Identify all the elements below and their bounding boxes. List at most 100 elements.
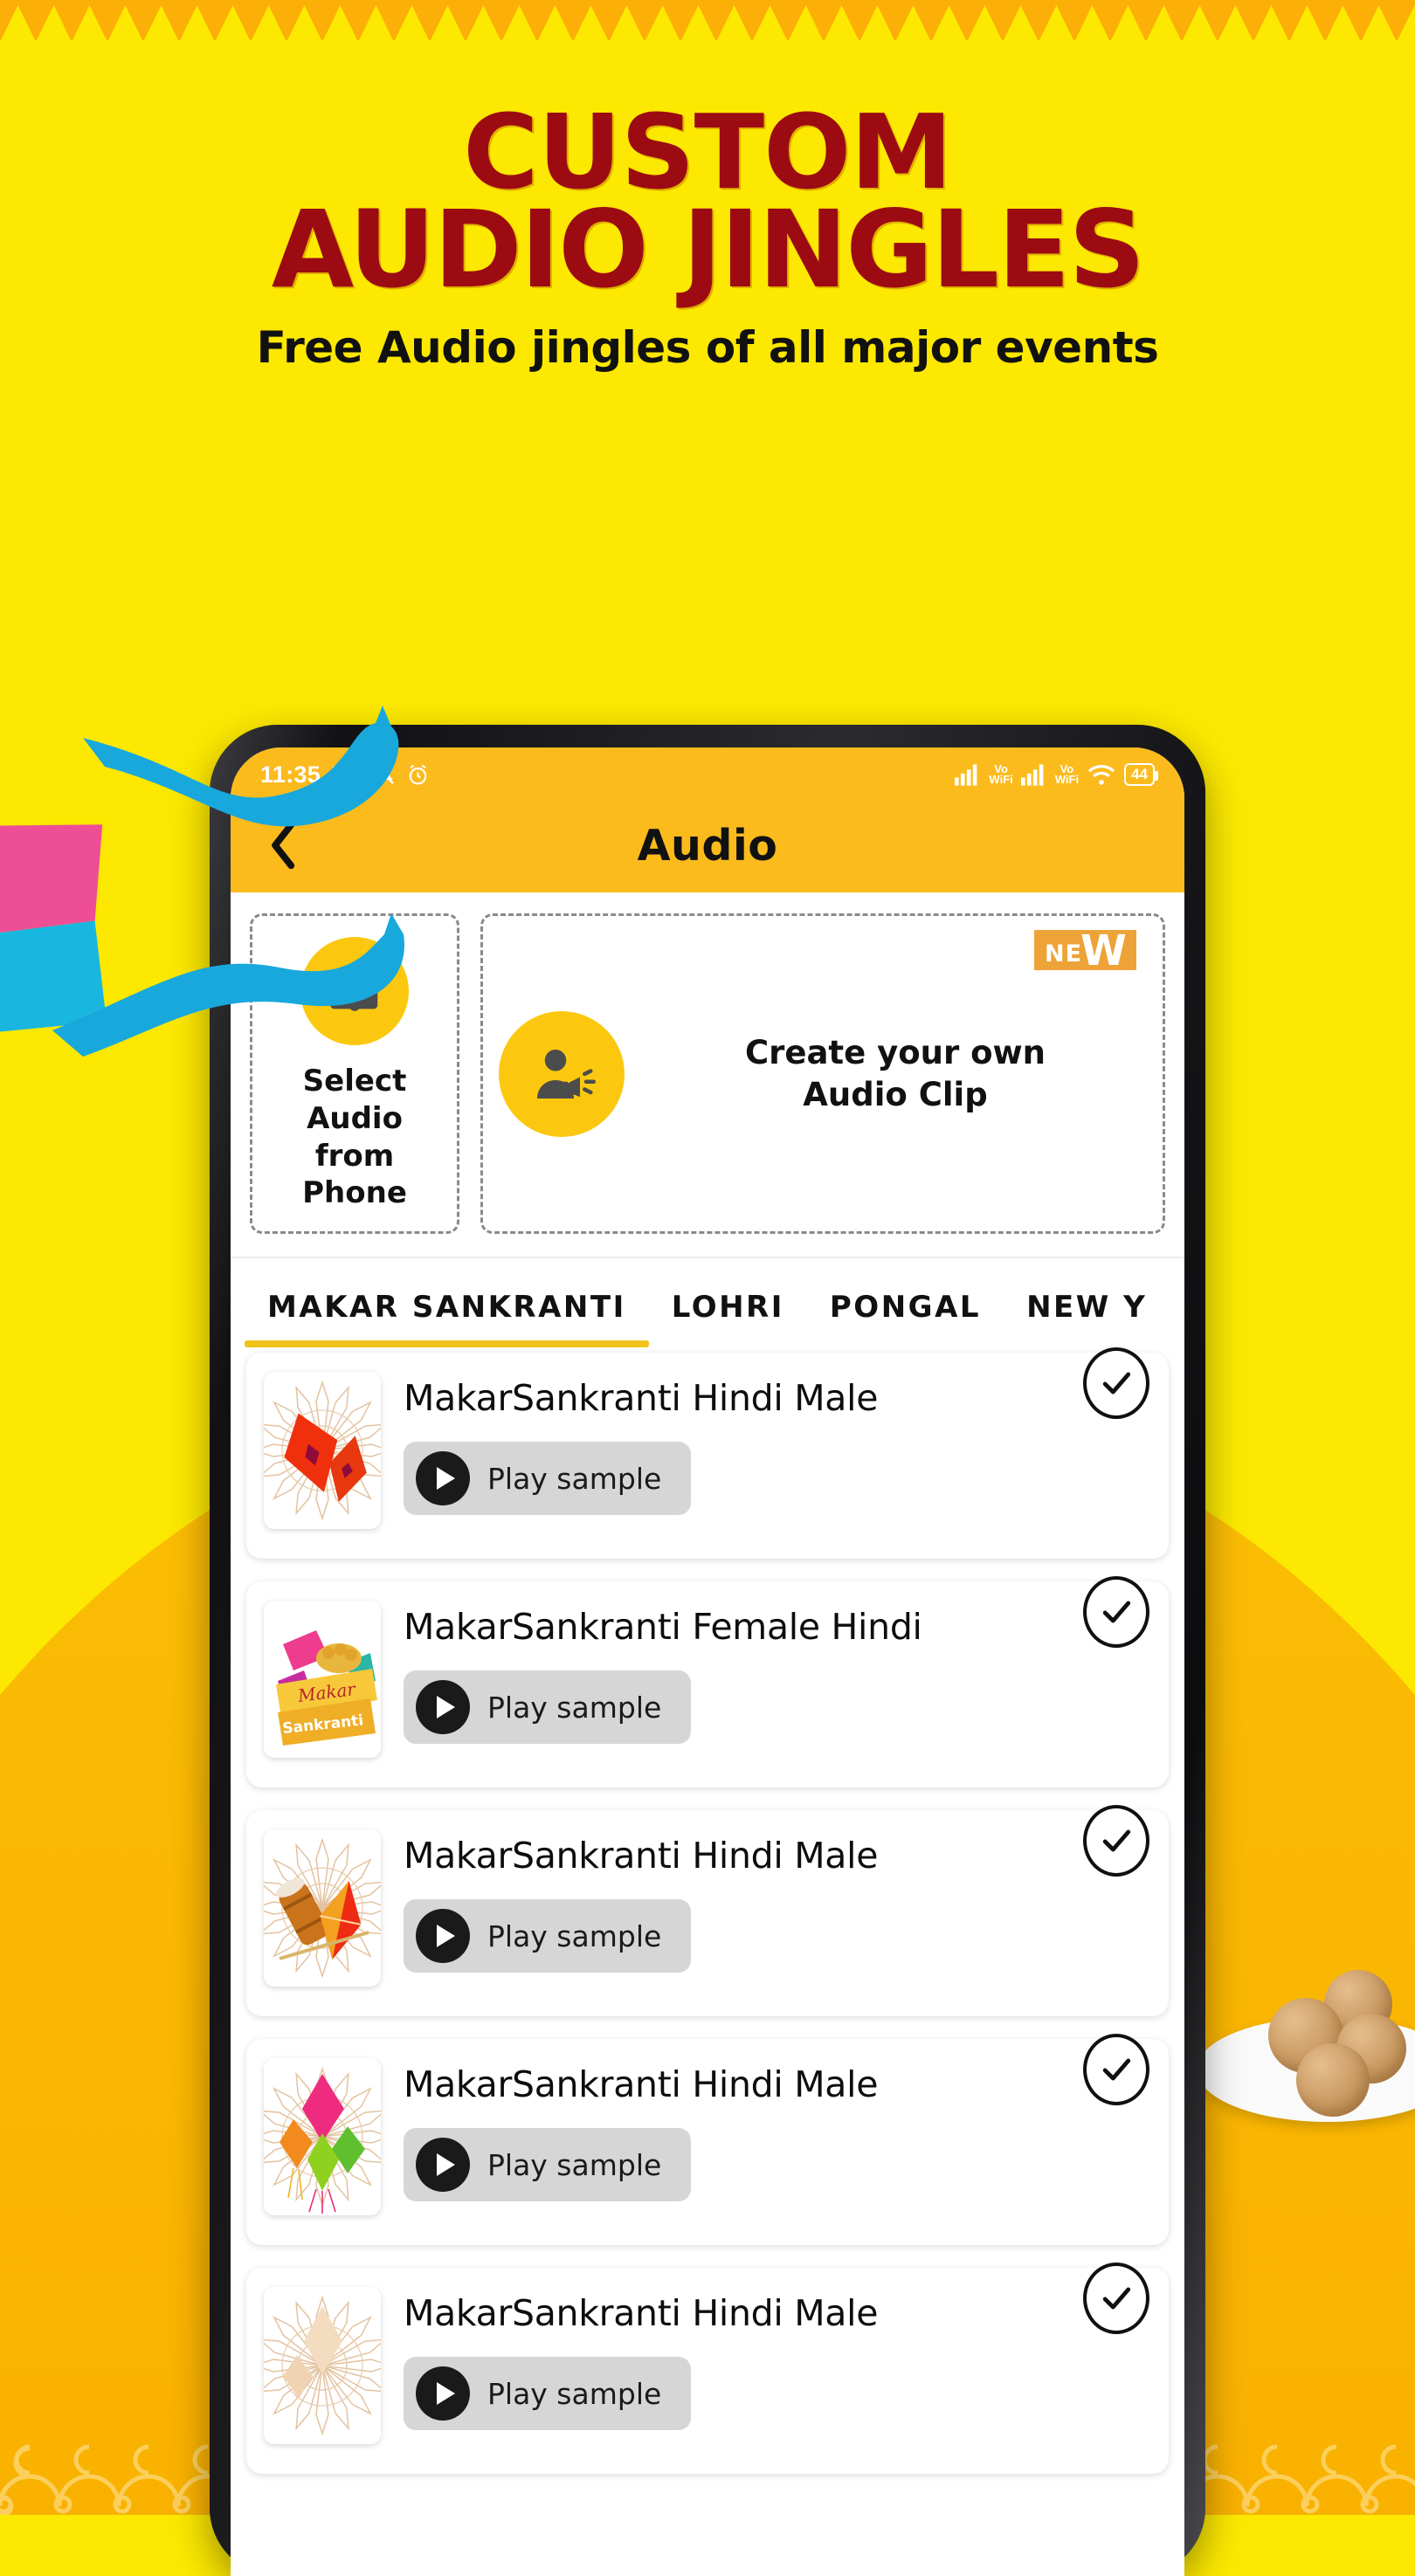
bell-mute-icon [375, 765, 395, 784]
select-audio-from-phone-card[interactable]: Select Audio from Phone [250, 913, 459, 1235]
zigzag-tooth [501, 5, 537, 42]
wifi-icon [1087, 765, 1115, 785]
audio-list-item[interactable]: Makar Sankranti MakarSankranti Female Hin… [246, 1576, 1169, 1788]
check-icon [1102, 1372, 1131, 1395]
volte-wifi-indicator-2: Vo WiFi [1054, 763, 1080, 786]
audio-item-title: MakarSankranti Female Hindi [404, 1606, 922, 1649]
promo-headline-block: CUSTOM AUDIO JINGLES Free Audio jingles … [0, 100, 1415, 373]
select-audio-label-line2: from Phone [302, 1138, 407, 1211]
check-icon [1102, 2287, 1131, 2310]
zigzag-tooth [143, 5, 179, 42]
tab-label: PONGAL [829, 1290, 982, 1326]
zigzag-tooth [680, 5, 716, 42]
tab-lohri[interactable]: LOHRI [649, 1290, 807, 1347]
create-clip-label: Create your own Audio Clip [644, 1032, 1147, 1116]
play-sample-label: Play sample [487, 2376, 662, 2411]
phone-mockup: 11:35 AM Vo WiFi Vo WiFi 44 Audio Select… [210, 725, 1205, 2576]
status-bar-right: Vo WiFi Vo WiFi 44 [955, 762, 1158, 787]
laddu-plate-decoration [1197, 1947, 1415, 2131]
audio-list-item[interactable]: MakarSankranti Hindi Male Play sample [246, 1805, 1169, 2017]
create-audio-clip-card[interactable]: NE W Create your own Audio Clip [480, 913, 1165, 1235]
play-icon [416, 1680, 470, 1735]
zigzag-tooth [466, 5, 501, 42]
zigzag-tooth [179, 5, 215, 42]
audio-list-item[interactable]: MakarSankranti Hindi Male Play sample [246, 1347, 1169, 1560]
audio-item-body: MakarSankranti Hindi Male Play sample [404, 1829, 1151, 1973]
zigzag-tooth [215, 5, 251, 42]
zigzag-tooth [358, 5, 394, 42]
volte-label-bottom: WiFi [989, 773, 1013, 786]
zigzag-tooth [1074, 5, 1110, 42]
zigzag-tooth [895, 5, 931, 42]
new-badge-text: NE [1045, 940, 1083, 968]
zigzag-tooth [1397, 5, 1415, 42]
zigzag-tooth [36, 5, 72, 42]
back-button[interactable] [252, 813, 316, 878]
signal-bars-icon [955, 764, 977, 786]
status-bar-left: 11:35 AM [260, 761, 431, 789]
tab-new-y[interactable]: NEW Y [1004, 1290, 1170, 1347]
zigzag-tooth [251, 5, 286, 42]
check-circle-icon[interactable] [1083, 2034, 1149, 2106]
play-sample-label: Play sample [487, 2147, 662, 2182]
zigzag-tooth [1146, 5, 1182, 42]
folder-music-icon [330, 975, 378, 1011]
check-circle-icon[interactable] [1083, 1347, 1149, 1420]
play-icon [416, 1909, 470, 1964]
create-clip-label-line2: Audio Clip [803, 1075, 988, 1113]
audio-list-item[interactable]: MakarSankranti Hindi Male Play sample [246, 2034, 1169, 2246]
play-sample-button[interactable]: Play sample [404, 2357, 692, 2431]
check-icon [1102, 1829, 1131, 1852]
zigzag-tooth [859, 5, 895, 42]
tab-label: LOHRI [671, 1290, 784, 1326]
play-sample-label: Play sample [487, 1690, 662, 1725]
audio-item-title: MakarSankranti Hindi Male [404, 1377, 879, 1420]
play-icon [416, 1451, 470, 1506]
zigzag-tooth [931, 5, 967, 42]
audio-list-item[interactable]: MakarSankranti Hindi Male Play sample [246, 2263, 1169, 2475]
check-circle-icon[interactable] [1083, 1576, 1149, 1649]
check-circle-icon[interactable] [1083, 1805, 1149, 1877]
audio-item-title: MakarSankranti Hindi Male [404, 2292, 879, 2335]
zigzag-tooth [1110, 5, 1146, 42]
audio-item-body: MakarSankranti Hindi Male Play sample [404, 2287, 1151, 2431]
zigzag-tooth [0, 5, 36, 42]
category-tabs[interactable]: MAKAR SANKRANTI LOHRI PONGAL NEW Y [231, 1257, 1184, 1348]
promo-title: CUSTOM AUDIO JINGLES [0, 100, 1415, 312]
zigzag-tooth [1361, 5, 1397, 42]
select-audio-label: Select Audio from Phone [259, 1063, 450, 1212]
audio-thumbnail [264, 2058, 381, 2216]
app-bar: Audio [231, 798, 1184, 892]
person-megaphone-icon [537, 1049, 597, 1099]
zigzag-tooth [1039, 5, 1074, 42]
zigzag-teeth [0, 5, 1415, 42]
new-badge-text-big: W [1080, 926, 1128, 975]
audio-item-title: MakarSankranti Hindi Male [404, 1835, 879, 1877]
play-icon [416, 2138, 470, 2193]
volte-label-bottom: WiFi [1054, 773, 1080, 786]
tab-label: MAKAR SANKRANTI [267, 1290, 626, 1326]
play-sample-button[interactable]: Play sample [404, 2128, 692, 2202]
status-bar: 11:35 AM Vo WiFi Vo WiFi 44 [231, 747, 1184, 798]
zigzag-tooth [824, 5, 859, 42]
tab-label: NEW Y [1026, 1290, 1148, 1326]
zigzag-tooth [967, 5, 1003, 42]
play-sample-button[interactable]: Play sample [404, 1899, 692, 1973]
status-time: 11:35 AM [260, 761, 364, 788]
audio-thumbnail [264, 2287, 381, 2445]
play-sample-button[interactable]: Play sample [404, 1670, 692, 1745]
select-audio-label-line1: Select Audio [302, 1064, 407, 1136]
zigzag-tooth [1003, 5, 1039, 42]
play-sample-button[interactable]: Play sample [404, 1442, 692, 1516]
zigzag-tooth [752, 5, 788, 42]
volte-wifi-indicator-1: Vo WiFi [989, 763, 1013, 786]
audio-item-title: MakarSankranti Hindi Male [404, 2063, 879, 2106]
audio-item-body: MakarSankranti Hindi Male Play sample [404, 1372, 1151, 1516]
zigzag-tooth [72, 5, 107, 42]
audio-item-body: MakarSankranti Hindi Male Play sample [404, 2058, 1151, 2202]
tab-pongal[interactable]: PONGAL [807, 1290, 1004, 1347]
promo-title-line2: AUDIO JINGLES [271, 187, 1146, 312]
tab-makar-sankranti[interactable]: MAKAR SANKRANTI [245, 1290, 649, 1348]
check-circle-icon[interactable] [1083, 2263, 1149, 2335]
check-icon [1102, 1601, 1131, 1623]
